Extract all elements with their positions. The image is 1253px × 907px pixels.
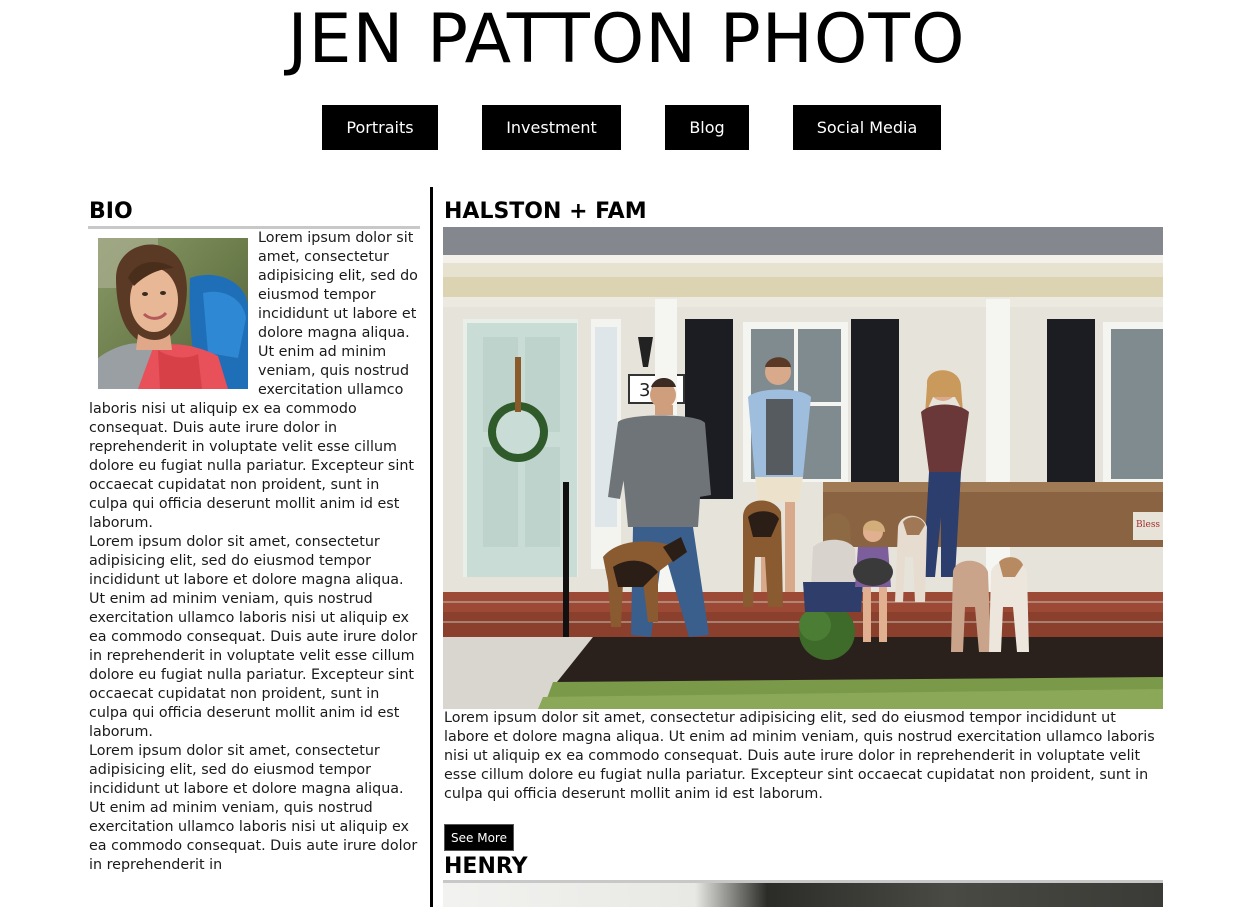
- see-more-button[interactable]: See More: [444, 824, 514, 851]
- nav-item-portraits[interactable]: Portraits: [322, 105, 438, 150]
- post-body-halston-fam: Lorem ipsum dolor sit amet, consectetur …: [444, 710, 1155, 802]
- site-title: JEN PATTON PHOTO: [287, 0, 966, 79]
- porch-sign-text: Bless: [1136, 520, 1160, 530]
- post-title-henry: HENRY: [444, 854, 528, 879]
- post-title-halston-fam: HALSTON + FAM: [444, 199, 647, 224]
- nav-item-social-media[interactable]: Social Media: [793, 105, 941, 150]
- post-photo-henry[interactable]: [443, 883, 1163, 907]
- nav-item-investment[interactable]: Investment: [482, 105, 621, 150]
- bio-portrait-photo: [98, 238, 248, 389]
- bio-paragraph: Lorem ipsum dolor sit amet, consectetur …: [89, 534, 418, 740]
- post-photo-halston-fam[interactable]: 30 Bless: [443, 227, 1163, 709]
- nav-item-blog[interactable]: Blog: [665, 105, 749, 150]
- bio-body: Lorem ipsum dolor sit amet, consectetur …: [89, 229, 419, 875]
- main-nav: Portraits Investment Blog Social Media: [0, 105, 1253, 150]
- bio-heading: BIO: [89, 199, 133, 224]
- bio-paragraph: Lorem ipsum dolor sit amet, consectetur …: [89, 743, 418, 873]
- column-divider: [430, 187, 433, 907]
